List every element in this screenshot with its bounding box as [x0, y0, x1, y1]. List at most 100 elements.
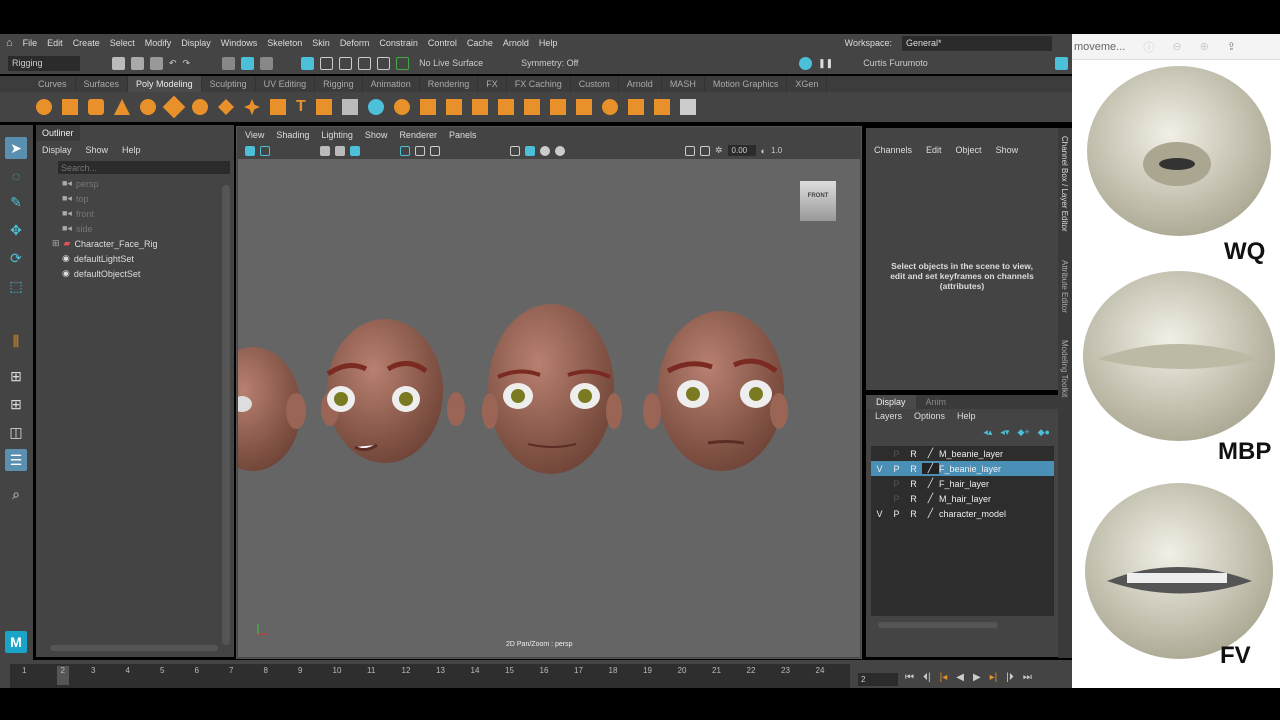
layer-row[interactable]: P R ╱ M_beanie_layer — [871, 446, 1054, 461]
expand-icon[interactable]: ⊞ — [52, 238, 60, 249]
lights-icon[interactable] — [555, 145, 565, 156]
snap-curve-icon[interactable] — [320, 56, 334, 70]
textured-icon[interactable] — [540, 145, 550, 156]
select-camera-icon[interactable] — [245, 145, 255, 156]
layer-row[interactable]: V P R ╱ F_beanie_layer — [871, 461, 1054, 476]
layer-horizontal-scrollbar[interactable] — [878, 622, 998, 628]
viewport-menu-show[interactable]: Show — [365, 130, 388, 140]
side-tab-modeling-toolkit[interactable]: Modeling Toolkit — [1060, 340, 1069, 397]
outliner-item-front[interactable]: ■◂ front — [62, 206, 234, 221]
new-layer-selected-icon[interactable]: ◆● — [1038, 427, 1050, 438]
combine-icon[interactable] — [341, 99, 358, 115]
menu-cache[interactable]: Cache — [467, 38, 493, 48]
move-layer-down-icon[interactable]: ◂▾ — [1000, 427, 1009, 438]
go-to-start-icon[interactable]: ⏮ — [905, 672, 914, 683]
xray-icon[interactable] — [700, 145, 710, 156]
live-surface-field[interactable]: No Live Surface — [415, 55, 498, 71]
shelf-tab-rigging[interactable]: Rigging — [315, 76, 363, 92]
home-icon[interactable]: ⌂ — [6, 37, 13, 49]
shelf-tab-arnold[interactable]: Arnold — [619, 76, 662, 92]
redo-icon[interactable]: ↷ — [183, 58, 191, 69]
gamma-field[interactable]: 1.0 — [771, 146, 782, 155]
viewport-menu-lighting[interactable]: Lighting — [321, 130, 353, 140]
isolate-select-icon[interactable] — [685, 145, 695, 156]
menu-create[interactable]: Create — [73, 38, 100, 48]
select-hierarchy-icon[interactable] — [222, 56, 236, 70]
outliner-item-top[interactable]: ■◂ top — [62, 191, 234, 206]
uv-icon[interactable] — [601, 99, 618, 115]
outliner-item-character-face-rig[interactable]: ⊞ ▰ Character_Face_Rig — [52, 236, 234, 251]
camera-attributes-icon[interactable] — [260, 145, 270, 156]
channel-menu-edit[interactable]: Edit — [926, 145, 942, 155]
move-layer-up-icon[interactable]: ◂▴ — [983, 427, 992, 438]
menu-skeleton[interactable]: Skeleton — [267, 38, 302, 48]
smooth-shade-icon[interactable] — [525, 145, 535, 156]
layer-menu-options[interactable]: Options — [914, 411, 945, 421]
outliner-menu-show[interactable]: Show — [86, 145, 109, 155]
channel-menu-object[interactable]: Object — [956, 145, 982, 155]
pan-zoom-icon[interactable] — [350, 145, 360, 156]
rotate-tool-icon[interactable]: ⟳ — [5, 247, 27, 269]
bookmark-icon[interactable] — [320, 145, 330, 156]
film-gate-icon[interactable] — [415, 145, 425, 156]
layer-row[interactable]: V P R ╱ character_model — [871, 506, 1054, 521]
bridge-icon[interactable] — [445, 99, 462, 115]
poly-cube-icon[interactable] — [62, 99, 78, 115]
shelf-tab-mash[interactable]: MASH — [662, 76, 705, 92]
snap-live-icon[interactable] — [396, 56, 410, 70]
bevel-icon[interactable] — [471, 99, 488, 115]
super-shape-icon[interactable] — [244, 99, 260, 115]
planar-map-icon[interactable] — [627, 99, 644, 115]
menu-edit[interactable]: Edit — [47, 38, 63, 48]
zoom-in-icon[interactable]: ⊕ — [1200, 40, 1209, 53]
layer-row[interactable]: P R ╱ M_hair_layer — [871, 491, 1054, 506]
menu-arnold[interactable]: Arnold — [503, 38, 529, 48]
smooth-icon[interactable] — [393, 99, 410, 115]
search-icon[interactable]: ⌕ — [5, 483, 27, 505]
select-tool-icon[interactable]: ➤ — [5, 137, 27, 159]
mode-dropdown[interactable]: Rigging — [8, 55, 80, 71]
view-cube[interactable]: FRONT — [800, 181, 836, 221]
shelf-tab-poly-modeling[interactable]: Poly Modeling — [128, 76, 202, 92]
go-to-end-icon[interactable]: ⏭ — [1023, 672, 1032, 683]
outliner-item-persp[interactable]: ■◂ persp — [62, 176, 234, 191]
side-tab-channel-box[interactable]: Channel Box / Layer Editor — [1060, 136, 1069, 232]
layer-row[interactable]: P R ╱ F_hair_layer — [871, 476, 1054, 491]
shelf-tab-animation[interactable]: Animation — [363, 76, 420, 92]
side-tab-attribute-editor[interactable]: Attribute Editor — [1060, 260, 1069, 313]
snap-point-icon[interactable] — [339, 56, 353, 70]
shelf-tab-fx[interactable]: FX — [478, 76, 507, 92]
multi-cut-icon[interactable] — [523, 99, 540, 115]
toggle-modeling-toolkit-icon[interactable] — [1032, 57, 1045, 70]
save-scene-icon[interactable] — [150, 56, 163, 70]
user-account-dropdown[interactable]: Curtis Furumoto — [859, 55, 950, 71]
share-icon[interactable]: ⇪ — [1227, 40, 1236, 53]
step-forward-key-icon[interactable]: ▸| — [990, 672, 998, 683]
target-weld-icon[interactable] — [549, 99, 566, 115]
outliner-horizontal-scrollbar[interactable] — [50, 645, 218, 651]
shelf-tab-motion-graphics[interactable]: Motion Graphics — [705, 76, 788, 92]
menu-windows[interactable]: Windows — [221, 38, 258, 48]
shelf-tab-uv-editing[interactable]: UV Editing — [256, 76, 316, 92]
platonic-solid-icon[interactable] — [218, 99, 234, 115]
snap-surface-icon[interactable] — [377, 56, 391, 70]
shelf-tab-sculpting[interactable]: Sculpting — [202, 76, 256, 92]
poly-disc-icon[interactable] — [192, 99, 208, 115]
symmetry-dropdown[interactable]: Symmetry: Off — [517, 55, 588, 71]
wireframe-icon[interactable] — [510, 145, 520, 156]
workspace-dropdown[interactable]: General* — [902, 35, 1052, 51]
outliner-layout-icon[interactable]: ☰ — [5, 449, 27, 471]
step-back-key-icon[interactable]: |◂ — [940, 672, 948, 683]
outliner-menu-display[interactable]: Display — [42, 145, 72, 155]
extrude-icon[interactable] — [419, 99, 436, 115]
poly-torus-icon[interactable] — [140, 99, 156, 115]
fill-hole-icon[interactable] — [497, 99, 514, 115]
layer-menu-layers[interactable]: Layers — [875, 411, 902, 421]
step-back-frame-icon[interactable]: ⏴| — [923, 672, 931, 683]
scale-tool-icon[interactable]: ⬚ — [5, 275, 27, 297]
lasso-tool-icon[interactable]: ◌ — [5, 165, 27, 187]
shelf-tab-fx-caching[interactable]: FX Caching — [507, 76, 571, 92]
outliner-search-input[interactable] — [58, 161, 230, 174]
select-object-icon[interactable] — [241, 56, 255, 70]
snap-grid-icon[interactable] — [301, 56, 315, 70]
